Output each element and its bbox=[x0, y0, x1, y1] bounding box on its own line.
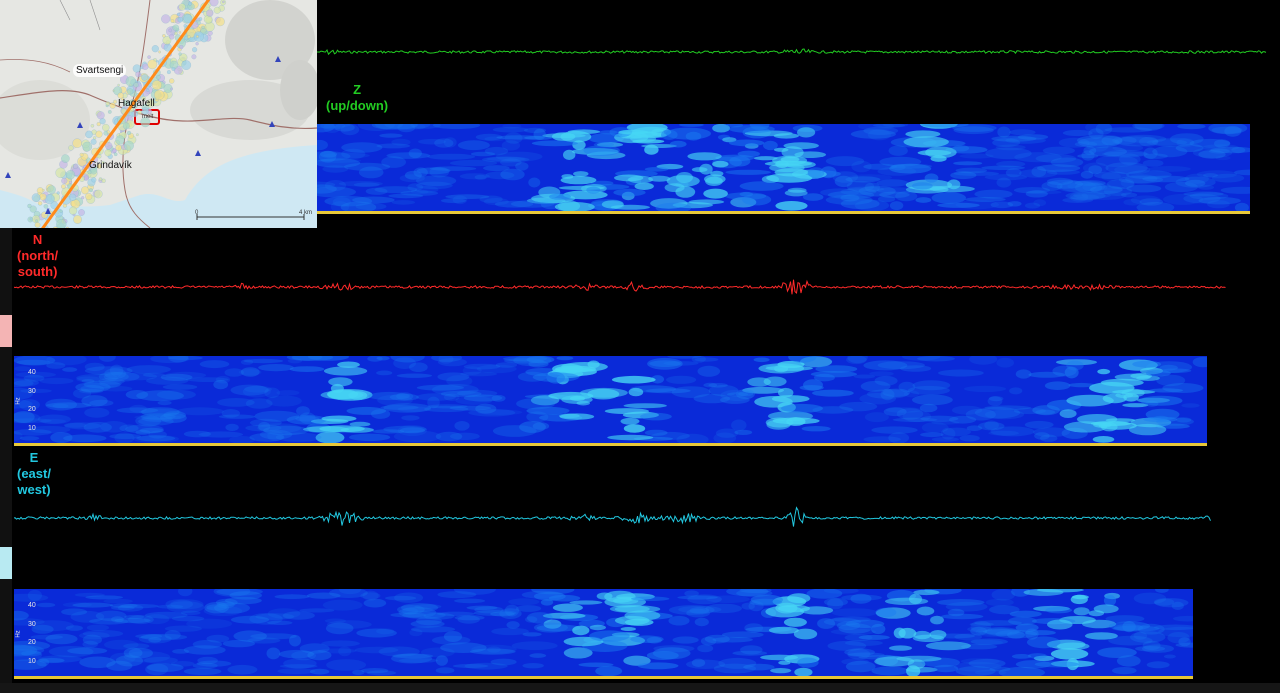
n-tick-10: 10 bbox=[28, 425, 36, 432]
n-spectrogram bbox=[14, 356, 1207, 446]
left-scroll-strip[interactable] bbox=[0, 228, 12, 683]
n-description-line1: (north/ bbox=[17, 248, 59, 263]
e-waveform bbox=[14, 506, 1211, 527]
n-letter: N bbox=[32, 232, 43, 247]
e-description-line2: west) bbox=[17, 482, 51, 497]
e-letter: E bbox=[29, 450, 39, 465]
bottom-bar bbox=[0, 683, 1280, 693]
n-tick-30: 30 bbox=[28, 388, 36, 395]
e-tick-40: 40 bbox=[28, 602, 36, 609]
map-label-svartsengi: Svartsengi bbox=[73, 64, 127, 77]
n-axis-unit: Hz bbox=[15, 397, 22, 405]
location-map: Svartsengi Hagafell Grindavík melt 0 4 k… bbox=[0, 0, 317, 228]
e-spectrogram bbox=[14, 589, 1193, 679]
e-spectrogram-axis: Hz 40 30 20 10 bbox=[14, 589, 44, 679]
n-spectrogram-axis: Hz 40 30 20 10 bbox=[14, 356, 44, 446]
e-tick-20: 20 bbox=[28, 639, 36, 646]
map-graphic bbox=[0, 0, 317, 228]
z-channel-label: Z (up/down) bbox=[326, 82, 388, 114]
e-tick-10: 10 bbox=[28, 658, 36, 665]
map-label-grindavik: Grindavík bbox=[89, 160, 132, 171]
e-channel-label: E (east/ west) bbox=[17, 450, 51, 498]
n-waveform bbox=[14, 279, 1226, 295]
e-description-line1: (east/ bbox=[17, 466, 51, 481]
e-axis-unit: Hz bbox=[15, 630, 22, 638]
e-tick-30: 30 bbox=[28, 621, 36, 628]
scale-end-label: 4 km bbox=[299, 210, 313, 216]
z-waveform bbox=[317, 48, 1267, 56]
n-tick-40: 40 bbox=[28, 369, 36, 376]
n-tick-20: 20 bbox=[28, 406, 36, 413]
z-description: (up/down) bbox=[326, 98, 389, 113]
east-channel-marker bbox=[0, 547, 12, 579]
map-label-station: melt bbox=[142, 114, 154, 120]
north-channel-marker bbox=[0, 315, 12, 347]
z-spectrogram bbox=[317, 124, 1250, 214]
z-letter: Z bbox=[353, 82, 362, 97]
scale-start-label: 0 bbox=[195, 210, 199, 216]
map-label-hagafell: Hagafell bbox=[118, 98, 155, 109]
